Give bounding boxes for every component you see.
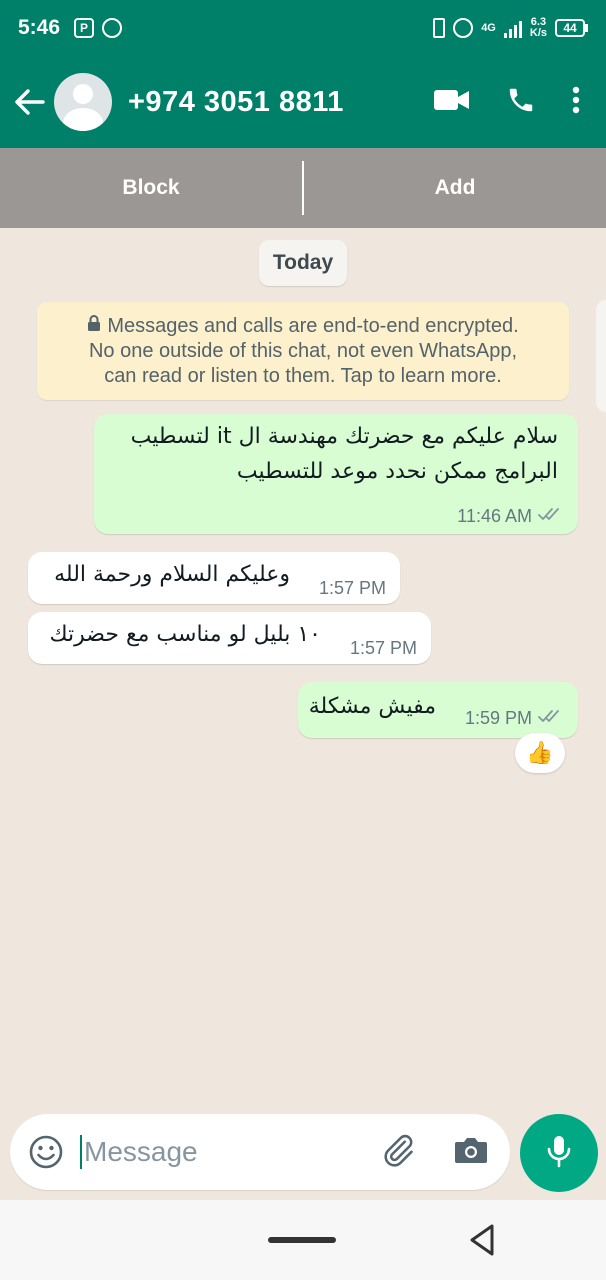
home-gesture-bar[interactable] xyxy=(268,1237,336,1243)
double-check-icon xyxy=(538,506,564,527)
message-meta: 1:57 PM xyxy=(350,638,417,659)
date-label: Today xyxy=(259,240,347,286)
thumbs-up-reaction: 👍 xyxy=(526,740,554,765)
lock-icon xyxy=(87,314,101,339)
message-text-line-1: سلام عليكم مع حضرتك مهندسة ال it لتسطيب xyxy=(130,424,558,449)
system-navigation-bar xyxy=(0,1200,606,1280)
double-check-icon xyxy=(538,708,564,729)
video-call-icon[interactable] xyxy=(434,88,470,117)
status-bar: 5:46 P 4G 6.3 K/s 44 xyxy=(0,0,606,56)
message-text: وعليكم السلام ورحمة الله xyxy=(54,562,290,587)
phone-icon[interactable] xyxy=(506,85,536,120)
nav-back-icon[interactable] xyxy=(466,1222,500,1258)
network-type: 4G xyxy=(481,21,496,34)
back-arrow-icon[interactable] xyxy=(10,82,50,122)
message-input-container[interactable]: Message xyxy=(10,1114,510,1190)
message-bubble-outgoing[interactable]: سلام عليكم مع حضرتك مهندسة ال it لتسطيب … xyxy=(94,414,578,534)
contact-title[interactable]: +974 3051 8811 xyxy=(128,86,344,119)
composer-actions xyxy=(380,1132,488,1173)
battery-icon: 44 xyxy=(555,19,588,37)
message-bubble-incoming[interactable]: وعليكم السلام ورحمة الله 1:57 PM xyxy=(28,552,400,604)
header-actions xyxy=(434,85,580,120)
message-text: ١٠ بليل لو مناسب مع حضرتك xyxy=(49,622,321,647)
message-time: 11:46 AM xyxy=(457,506,532,526)
notification-p-icon: P xyxy=(74,18,95,38)
message-text: مفيش مشكلة xyxy=(308,694,436,719)
reaction-badge[interactable]: 👍 xyxy=(515,733,565,773)
camera-icon[interactable] xyxy=(454,1135,488,1170)
encryption-notice[interactable]: Messages and calls are end-to-end encryp… xyxy=(37,302,569,400)
more-options-icon[interactable] xyxy=(572,86,580,119)
message-meta: 11:46 AM xyxy=(457,506,564,527)
encryption-line-1: Messages and calls are end-to-end encryp… xyxy=(107,315,519,337)
notification-app-icon xyxy=(102,18,123,38)
avatar[interactable] xyxy=(54,73,112,131)
status-right-icons: 4G 6.3 K/s 44 xyxy=(433,17,588,39)
encryption-line-2: No one outside of this chat, not even Wh… xyxy=(88,340,518,363)
status-left-icons: P xyxy=(74,18,123,38)
attach-icon[interactable] xyxy=(380,1132,416,1173)
message-input[interactable]: Message xyxy=(84,1136,198,1168)
message-time: 1:57 PM xyxy=(318,578,386,598)
chat-area[interactable]: Today Messages and calls are end-to-end … xyxy=(0,228,606,1114)
message-bubble-outgoing[interactable]: مفيش مشكلة 1:59 PM xyxy=(298,682,578,738)
message-meta: 1:57 PM xyxy=(319,578,386,599)
composer-bar: Message xyxy=(0,1114,606,1200)
battery-level: 44 xyxy=(555,19,585,37)
message-text-line-2: البرامج ممكن نحدد موعد للتسطيب xyxy=(236,459,558,484)
signal-icon xyxy=(503,18,522,38)
status-time: 5:46 xyxy=(18,16,61,39)
message-time: 1:57 PM xyxy=(349,638,417,658)
encryption-line-3: can read or listen to them. Tap to learn… xyxy=(104,365,502,388)
unknown-contact-action-bar: Block Add xyxy=(0,148,606,228)
mic-button[interactable] xyxy=(520,1114,598,1192)
network-speed: 6.3 K/s xyxy=(529,16,547,39)
message-bubble-incoming[interactable]: ١٠ بليل لو مناسب مع حضرتك 1:57 PM xyxy=(28,612,431,664)
message-meta: 1:59 PM xyxy=(465,708,564,729)
message-time: 1:59 PM xyxy=(464,708,532,728)
hotspot-icon xyxy=(453,18,474,38)
vibrate-icon xyxy=(433,18,446,38)
chat-side-edge xyxy=(596,300,606,412)
mic-icon xyxy=(546,1134,572,1173)
emoji-icon[interactable] xyxy=(28,1134,64,1170)
text-cursor xyxy=(80,1135,82,1169)
chat-header: +974 3051 8811 xyxy=(0,56,606,148)
block-button[interactable]: Block xyxy=(0,176,302,200)
add-button[interactable]: Add xyxy=(304,176,606,200)
